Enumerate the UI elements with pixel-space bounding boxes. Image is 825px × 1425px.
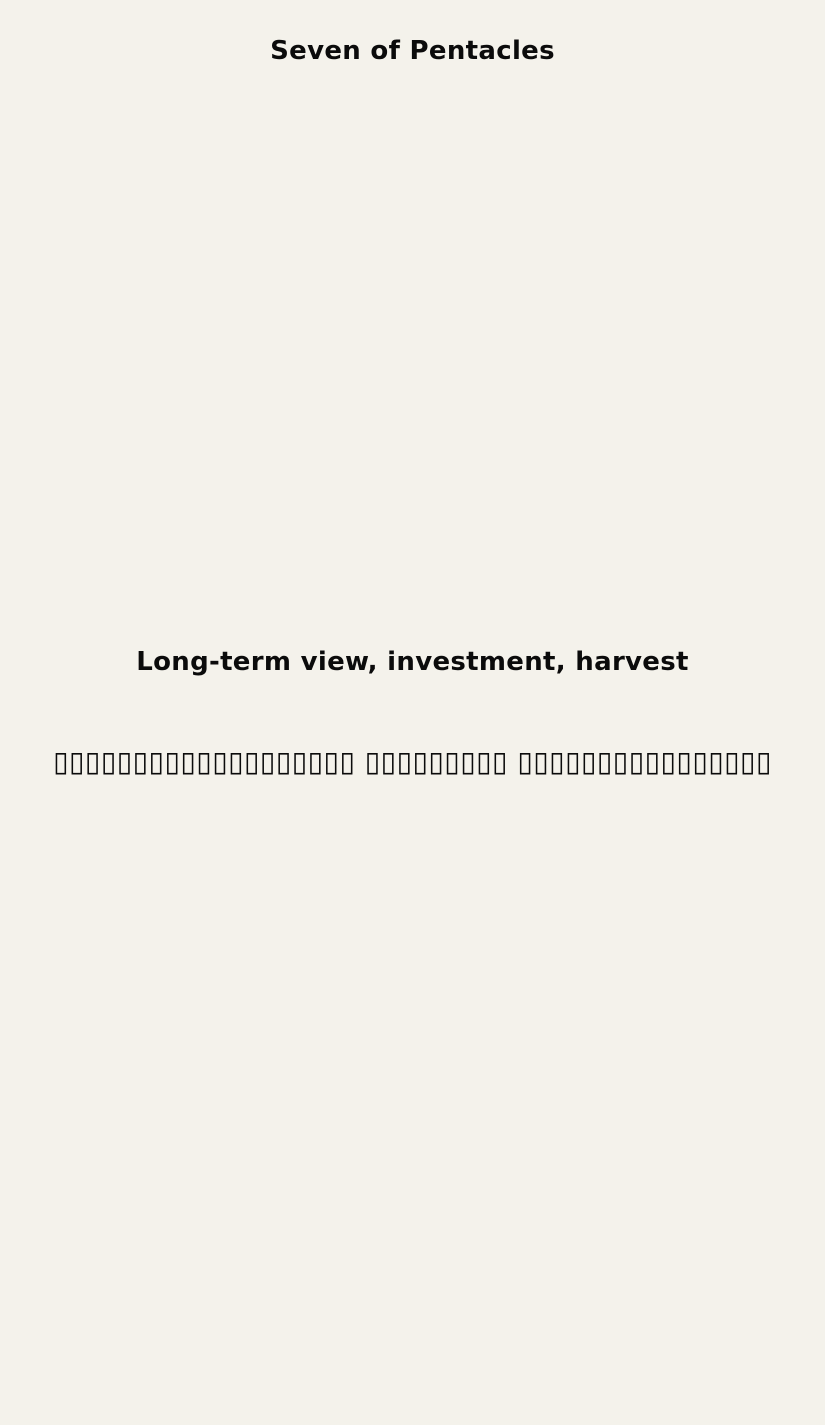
card-title: Seven of Pentacles — [270, 36, 555, 66]
card-translation: ▯▯▯▯▯▯▯▯▯▯▯▯▯▯▯▯▯▯▯ ▯▯▯▯▯▯▯▯▯ ▯▯▯▯▯▯▯▯▯▯… — [53, 745, 772, 778]
card-meaning: Long-term view, investment, harvest — [136, 647, 689, 677]
